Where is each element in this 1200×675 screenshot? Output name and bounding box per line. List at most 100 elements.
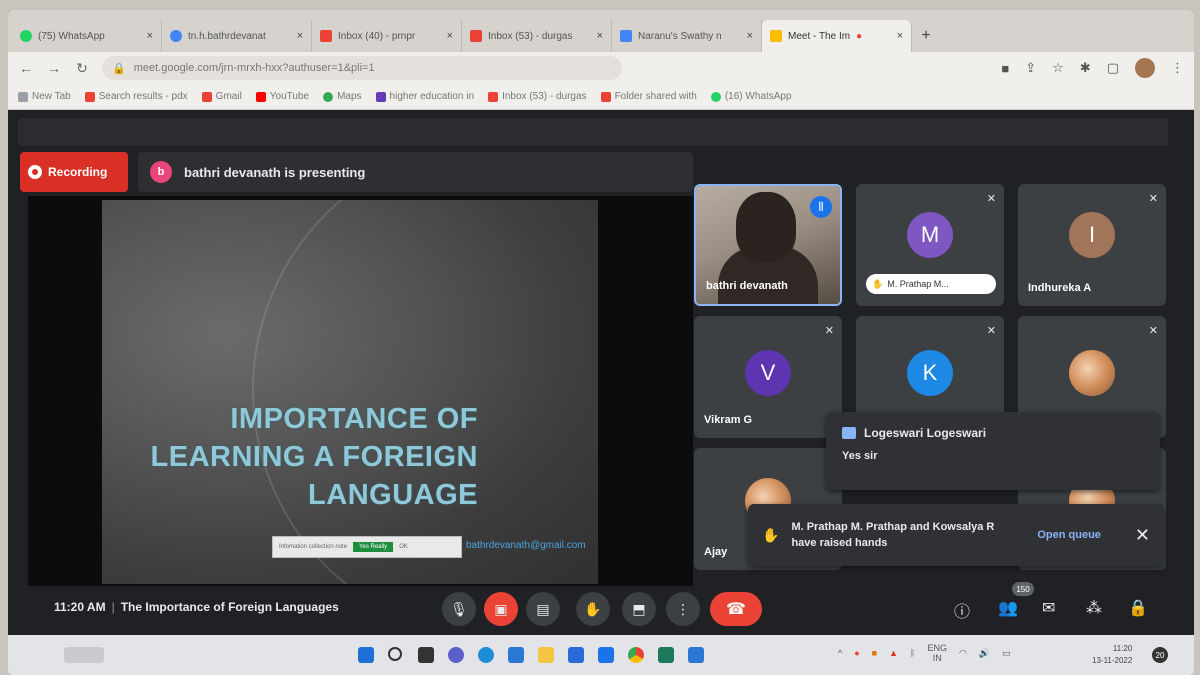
bookmark[interactable]: New Tab xyxy=(18,91,71,102)
menu-icon[interactable]: ⋮ xyxy=(1171,60,1184,76)
url-field[interactable]: 🔒 meet.google.com/jrn-mrxh-hxx?authuser=… xyxy=(102,56,622,80)
profile-avatar[interactable] xyxy=(1135,58,1155,78)
bookmark[interactable]: higher education in xyxy=(375,91,474,102)
start-icon[interactable] xyxy=(358,647,374,663)
battery-icon[interactable]: ▭ xyxy=(1002,648,1011,659)
present-button[interactable]: ⬒ xyxy=(622,592,656,626)
sidepanel-icon[interactable]: ▢ xyxy=(1107,60,1119,76)
browser-tab[interactable]: tn.h.bathrdevanat × xyxy=(162,20,312,52)
browser-tab[interactable]: (75) WhatsApp × xyxy=(12,20,162,52)
chrome-icon[interactable] xyxy=(628,647,644,663)
chat-notification[interactable]: Logeswari Logeswari Yes sir xyxy=(826,412,1160,490)
chevron-up-icon[interactable]: ^ xyxy=(838,648,842,658)
presenting-text: bathri devanath is presenting xyxy=(184,164,366,180)
participant-tile-presenter[interactable]: ⦀ bathri devanath xyxy=(694,184,842,306)
close-tab-icon[interactable]: × xyxy=(597,30,603,42)
bookmark[interactable]: (16) WhatsApp xyxy=(710,91,792,102)
app-icon[interactable] xyxy=(688,647,704,663)
camera-button[interactable]: ▣ xyxy=(484,592,518,626)
close-tab-icon[interactable]: × xyxy=(897,30,903,42)
reload-icon[interactable]: ↻ xyxy=(74,60,90,77)
app-icon[interactable] xyxy=(658,647,674,663)
toolbar-icons: ■ ⇪ ☆ ✱ ▢ ⋮ xyxy=(1001,58,1184,78)
bookmark[interactable]: YouTube xyxy=(255,91,309,102)
leave-call-button[interactable]: ☎ xyxy=(710,592,762,626)
forward-icon[interactable]: → xyxy=(46,60,62,76)
people-icon[interactable]: 👥 xyxy=(998,598,1018,618)
app-icon[interactable] xyxy=(598,647,614,663)
wifi-icon[interactable]: ◠ xyxy=(959,648,967,659)
notifications-badge[interactable]: 20 xyxy=(1152,647,1168,663)
mic-button[interactable]: 🎙 xyxy=(442,592,476,626)
bookmark[interactable]: Search results - pdx xyxy=(84,91,188,102)
volume-icon[interactable]: 🔊 xyxy=(979,648,990,659)
url-text: meet.google.com/jrn-mrxh-hxx?authuser=1&… xyxy=(133,62,375,74)
raised-hand-chip: ✋ M. Prathap M... xyxy=(866,274,996,294)
bookmark[interactable]: Maps xyxy=(323,91,362,102)
site-icon xyxy=(170,30,182,42)
chat-teams-icon[interactable] xyxy=(448,647,464,663)
recording-label: Recording xyxy=(48,165,108,179)
extensions-icon[interactable]: ✱ xyxy=(1080,60,1091,76)
more-options-button[interactable]: ⋮ xyxy=(666,592,700,626)
info-icon[interactable]: ⓘ xyxy=(954,598,970,622)
bookmark[interactable]: Gmail xyxy=(201,91,242,102)
hand-icon: ✋ xyxy=(584,600,602,617)
store-icon[interactable] xyxy=(508,647,524,663)
taskbar-clock[interactable]: 11:20 13-11-2022 xyxy=(1092,643,1132,667)
participant-tile[interactable]: ✕ V Vikram G xyxy=(694,316,842,438)
close-tab-icon[interactable]: × xyxy=(747,30,753,42)
bluetooth-icon[interactable]: ᛒ xyxy=(910,648,915,658)
raise-hand-button[interactable]: ✋ xyxy=(576,592,610,626)
host-controls-icon[interactable]: 🔒 xyxy=(1128,598,1148,618)
close-tab-icon[interactable]: × xyxy=(447,30,453,42)
recording-badge[interactable]: Recording xyxy=(20,152,128,192)
task-view-icon[interactable] xyxy=(418,647,434,663)
camera-icon[interactable]: ■ xyxy=(1001,61,1009,76)
chat-icon[interactable]: ✉ xyxy=(1042,598,1055,618)
language-indicator[interactable]: ENG IN xyxy=(927,643,947,663)
clock-time: 11:20 xyxy=(1112,644,1133,653)
recording-icon xyxy=(28,165,42,179)
bookmark[interactable]: Inbox (53) - durgas xyxy=(488,91,587,102)
star-icon[interactable]: ☆ xyxy=(1052,60,1064,76)
slide-title-line: IMPORTANCE OF xyxy=(230,403,478,435)
tray-app-icon[interactable]: ▲ xyxy=(889,648,898,658)
participant-name: bathri devanath xyxy=(706,280,788,292)
bookmark-label: (16) WhatsApp xyxy=(724,91,792,102)
close-tab-icon[interactable]: × xyxy=(297,30,303,42)
tray-app-icon[interactable]: ■ xyxy=(872,648,877,658)
chat-sender: Logeswari Logeswari xyxy=(842,426,1144,440)
mic-off-icon: ✕ xyxy=(1148,193,1158,205)
explorer-icon[interactable] xyxy=(538,647,554,663)
meet-top-strip xyxy=(18,118,1168,146)
mic-off-icon: ✕ xyxy=(1148,325,1158,337)
participant-photo xyxy=(1069,350,1115,396)
open-queue-button[interactable]: Open queue xyxy=(1037,529,1101,541)
photos-icon[interactable] xyxy=(568,647,584,663)
participant-tile[interactable]: ✕ I Indhureka A xyxy=(1018,184,1166,306)
browser-tab[interactable]: Naranu's Swathy n × xyxy=(612,20,762,52)
raised-hands-notification: ✋ M. Prathap M. Prathap and Kowsalya R h… xyxy=(748,504,1164,566)
close-tab-icon[interactable]: × xyxy=(147,30,153,42)
hang-up-icon: ☎ xyxy=(726,601,746,618)
weather-widget-icon[interactable] xyxy=(64,647,104,663)
share-icon[interactable]: ⇪ xyxy=(1025,60,1036,76)
site-icon xyxy=(375,91,386,102)
edge-icon[interactable] xyxy=(478,647,494,663)
cookie-accept-button: Yes Really xyxy=(353,542,394,552)
close-icon[interactable]: ✕ xyxy=(1135,525,1150,546)
captions-button[interactable]: ▤ xyxy=(526,592,560,626)
activities-icon[interactable]: ⁂ xyxy=(1086,598,1102,618)
search-icon[interactable] xyxy=(388,647,402,661)
bookmark[interactable]: Folder shared with xyxy=(600,91,697,102)
browser-tab[interactable]: Inbox (40) - prnpr × xyxy=(312,20,462,52)
tray-app-icon[interactable]: ● xyxy=(854,648,859,658)
new-tab-button[interactable]: + xyxy=(912,20,940,52)
participant-tile[interactable]: ✕ M ✋ M. Prathap M... xyxy=(856,184,1004,306)
bookmark-label: Gmail xyxy=(215,91,242,102)
browser-tab[interactable]: Inbox (53) - durgas × xyxy=(462,20,612,52)
back-icon[interactable]: ← xyxy=(18,60,34,76)
browser-tab-active[interactable]: Meet - The Im ● × xyxy=(762,20,912,52)
raised-hand-icon: ✋ xyxy=(762,526,780,543)
